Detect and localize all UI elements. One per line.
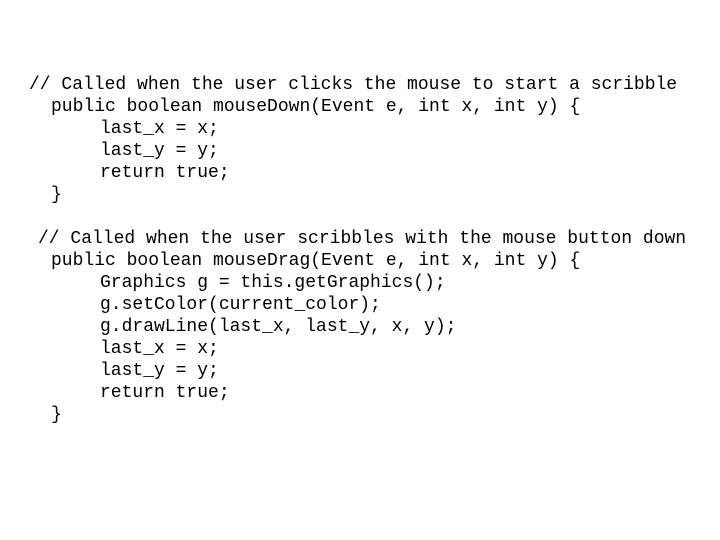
code-line: return true;	[100, 163, 230, 183]
code-line: public boolean mouseDown(Event e, int x,…	[51, 97, 581, 117]
code-line: g.setColor(current_color);	[100, 295, 381, 315]
code-line: // Called when the user clicks the mouse…	[29, 75, 678, 95]
code-listing: // Called when the user clicks the mouse…	[0, 74, 720, 426]
code-line: public boolean mouseDrag(Event e, int x,…	[51, 251, 581, 271]
code-line: last_y = y;	[100, 141, 219, 161]
code-line: last_y = y;	[100, 361, 219, 381]
code-block-mousedrag-handler: // Called when the user scribbles with t…	[0, 228, 720, 426]
code-line: // Called when the user scribbles with t…	[38, 229, 687, 249]
code-line: Graphics g = this.getGraphics();	[100, 273, 446, 293]
code-line: }	[51, 405, 62, 425]
code-block-mousedown-handler: // Called when the user clicks the mouse…	[0, 74, 720, 206]
slide-canvas: // Called when the user clicks the mouse…	[0, 0, 720, 540]
code-line: g.drawLine(last_x, last_y, x, y);	[100, 317, 457, 337]
code-line: last_x = x;	[100, 119, 219, 139]
code-line: last_x = x;	[100, 339, 219, 359]
block-separator	[0, 206, 720, 228]
code-line: }	[51, 185, 62, 205]
code-line: return true;	[100, 383, 230, 403]
